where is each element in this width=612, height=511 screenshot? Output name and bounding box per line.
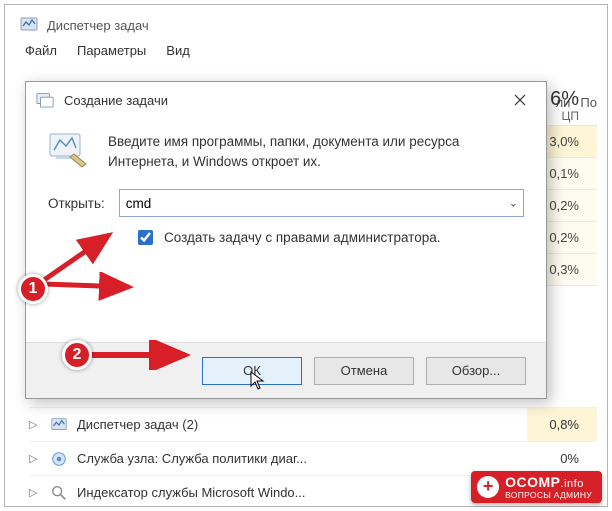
process-row[interactable]: ▷ Служба узла: Служба политики диаг... 0… xyxy=(29,441,597,475)
task-manager-window: Диспетчер задач Файл Параметры Вид ли По… xyxy=(9,9,603,502)
ok-button[interactable]: ОК xyxy=(202,357,302,385)
expand-caret-icon[interactable]: ▷ xyxy=(29,452,43,465)
process-name: Служба узла: Служба политики диаг... xyxy=(77,451,527,466)
run-large-icon xyxy=(48,130,92,170)
annotation-step-2: 2 xyxy=(62,340,92,370)
open-input[interactable] xyxy=(119,189,524,217)
dialog-instruction: Введите имя программы, папки, документа … xyxy=(108,130,524,171)
admin-checkbox[interactable] xyxy=(138,230,153,245)
process-cpu: 0,8% xyxy=(527,408,597,441)
process-name: Диспетчер задач (2) xyxy=(77,417,527,432)
create-task-dialog: Создание задачи Введите имя программы, п… xyxy=(25,81,547,399)
dialog-title: Создание задачи xyxy=(64,93,500,108)
process-row[interactable]: ▷ Диспетчер задач (2) 0,8% xyxy=(29,407,597,441)
dialog-button-row: ОК Отмена Обзор... xyxy=(26,342,546,398)
service-icon xyxy=(49,449,69,469)
main-title: Диспетчер задач xyxy=(47,18,149,33)
process-cpu: 0% xyxy=(527,451,597,466)
watermark: + OCOMP.info ВОПРОСЫ АДМИНУ xyxy=(471,471,602,503)
indexer-icon xyxy=(49,483,69,503)
task-manager-icon xyxy=(49,415,69,435)
cancel-button[interactable]: Отмена xyxy=(314,357,414,385)
dialog-title-bar[interactable]: Создание задачи xyxy=(26,82,546,118)
expand-caret-icon[interactable]: ▷ xyxy=(29,486,43,499)
screenshot-frame: Диспетчер задач Файл Параметры Вид ли По… xyxy=(4,4,608,507)
annotation-step-1: 1 xyxy=(18,274,48,304)
menu-options[interactable]: Параметры xyxy=(69,41,154,60)
watermark-cross-icon: + xyxy=(477,476,499,498)
process-name: Индексатор службы Microsoft Windo... xyxy=(77,485,527,500)
task-manager-icon xyxy=(19,15,39,35)
menu-view[interactable]: Вид xyxy=(158,41,198,60)
open-label: Открыть: xyxy=(48,196,105,211)
menu-bar: Файл Параметры Вид xyxy=(9,39,603,66)
menu-file[interactable]: Файл xyxy=(17,41,65,60)
close-icon xyxy=(514,94,526,106)
expand-caret-icon[interactable]: ▷ xyxy=(29,418,43,431)
browse-button[interactable]: Обзор... xyxy=(426,357,526,385)
main-title-bar: Диспетчер задач xyxy=(9,9,603,39)
admin-checkbox-label: Создать задачу с правами администратора. xyxy=(164,230,440,245)
close-button[interactable] xyxy=(500,85,540,115)
run-dialog-icon xyxy=(36,90,56,110)
